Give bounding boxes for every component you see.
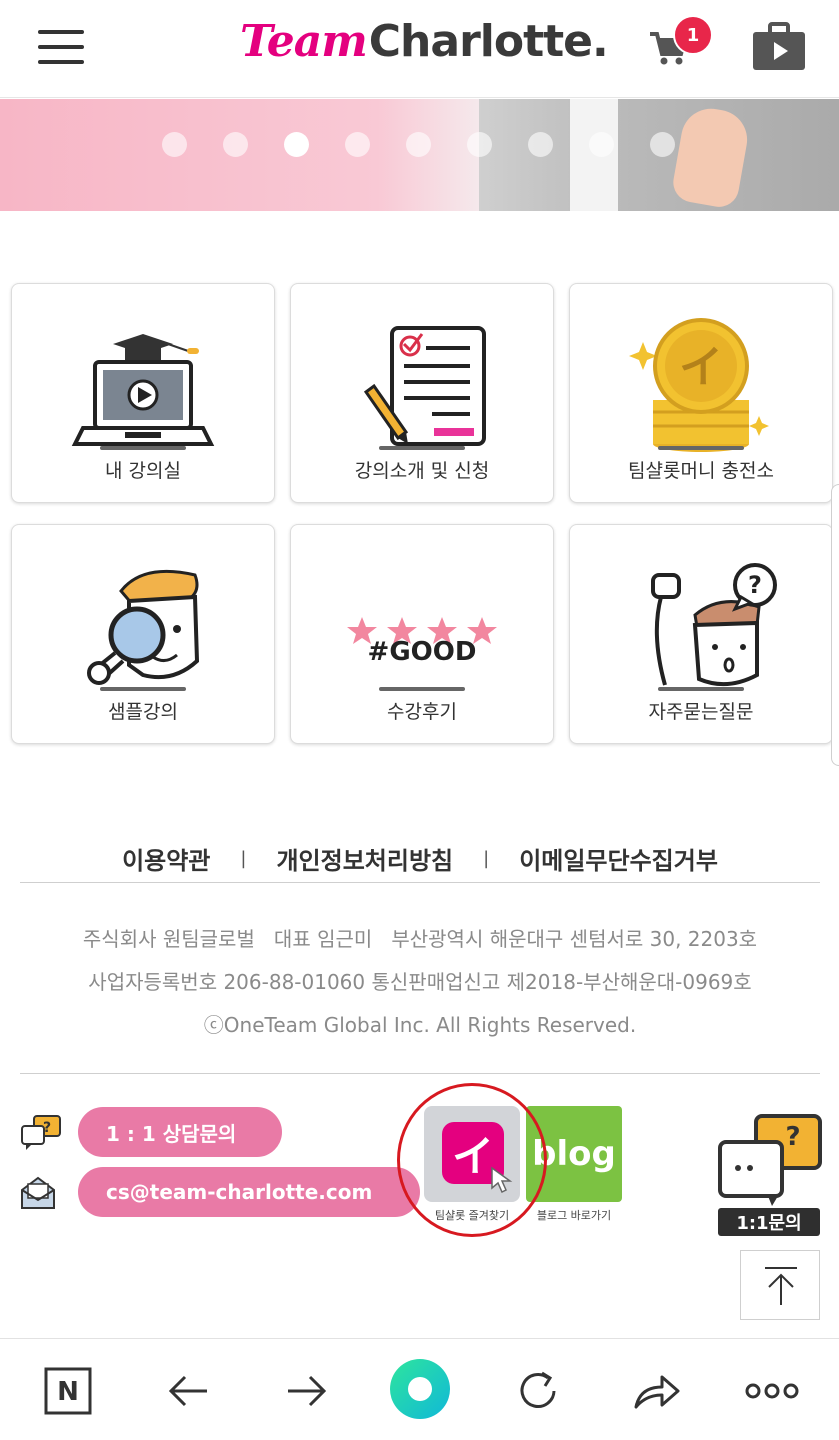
header: Team Charlotte . 1 xyxy=(0,0,839,98)
qa-question-mark: ? xyxy=(785,1122,801,1152)
briefcase-icon[interactable] xyxy=(752,22,806,72)
menu-label: 강의소개 및 신청 xyxy=(354,460,490,482)
logo-charlotte: Charlotte xyxy=(368,16,593,67)
naver-icon[interactable]: N xyxy=(44,1365,96,1417)
menu-money-charge[interactable]: イ 팀샬롯머니 충전소 xyxy=(569,283,833,503)
menu-label: 팀샬롯머니 충전소 xyxy=(628,460,774,482)
consult-button[interactable]: 1 : 1 상담문의 xyxy=(78,1107,282,1157)
company-line-1: 주식회사 원팀글로벌 대표 임근미 부산광역시 해운대구 센텀서로 30, 22… xyxy=(82,927,758,951)
magnifier-character-icon xyxy=(87,569,200,685)
more-icon[interactable] xyxy=(744,1365,800,1417)
chat-bubble-icon: ? xyxy=(21,1115,61,1150)
mail-icon xyxy=(21,1176,55,1209)
carousel-dot[interactable] xyxy=(528,132,553,157)
forward-arrow-icon[interactable] xyxy=(280,1365,332,1417)
share-icon[interactable] xyxy=(630,1365,682,1417)
qa-label[interactable]: 1:1문의 xyxy=(718,1208,820,1236)
terms-link[interactable]: 이용약관 xyxy=(122,841,210,876)
carousel-dot[interactable] xyxy=(650,132,675,157)
browser-bottom-bar: N xyxy=(0,1338,839,1440)
link-separator: | xyxy=(483,848,490,869)
scroll-to-top-button[interactable] xyxy=(740,1250,820,1320)
divider xyxy=(20,1073,820,1074)
company-line-2: 사업자등록번호 206-88-01060 통신판매업신고 제2018-부산해운대… xyxy=(88,970,752,994)
good-badge: #GOOD xyxy=(367,637,477,667)
menu-icon[interactable] xyxy=(38,30,86,64)
menu-underline xyxy=(100,687,186,691)
carousel-dot[interactable] xyxy=(467,132,492,157)
menu-label: 수강후기 xyxy=(387,701,457,723)
carousel-dot-active[interactable] xyxy=(284,132,309,157)
email-button[interactable]: cs@team-charlotte.com xyxy=(78,1167,420,1217)
carousel-dots xyxy=(162,132,675,157)
refresh-icon[interactable] xyxy=(512,1365,564,1417)
svg-text:イ: イ xyxy=(679,342,723,393)
carousel-dot[interactable] xyxy=(223,132,248,157)
menu-underline xyxy=(658,687,744,691)
page: Team Charlotte . 1 내 강의실 강의소개 및 신청 イ 팀샬롯… xyxy=(0,0,839,1440)
blog-label: 블로그 바로가기 xyxy=(536,1209,612,1222)
banner-carousel[interactable] xyxy=(0,99,839,211)
side-scroll-handle[interactable] xyxy=(831,484,839,766)
link-separator: | xyxy=(240,848,247,869)
menu-underline xyxy=(658,446,744,450)
highlight-circle xyxy=(397,1083,547,1237)
email-refusal-link[interactable]: 이메일무단수집거부 xyxy=(519,841,718,876)
privacy-policy-link[interactable]: 개인정보처리방침 xyxy=(276,841,453,876)
application-document-icon xyxy=(363,326,486,446)
menu-course-review[interactable]: #GOOD 수강후기 xyxy=(290,524,554,744)
svg-text:N: N xyxy=(57,1377,79,1407)
logo-dot: . xyxy=(592,16,609,67)
laptop-graduation-icon xyxy=(71,334,215,446)
carousel-dot[interactable] xyxy=(406,132,431,157)
menu-sample-lecture[interactable]: 샘플강의 xyxy=(11,524,275,744)
question-character-icon: ? xyxy=(651,563,777,687)
back-arrow-icon[interactable] xyxy=(163,1365,215,1417)
cart-count-badge: 1 xyxy=(673,15,713,55)
carousel-dot[interactable] xyxy=(589,132,614,157)
coin-stack-icon: イ xyxy=(629,318,769,452)
menu-label: 샘플강의 xyxy=(108,701,178,723)
menu-my-classroom[interactable]: 내 강의실 xyxy=(11,283,275,503)
menu-faq[interactable]: ? 자주묻는질문 xyxy=(569,524,833,744)
menu-underline xyxy=(100,446,186,450)
four-stars-icon xyxy=(347,617,497,644)
menu-course-apply[interactable]: 강의소개 및 신청 xyxy=(290,283,554,503)
menu-label: 내 강의실 xyxy=(105,460,181,482)
logo[interactable]: Team Charlotte . xyxy=(240,16,609,76)
home-circle-icon[interactable] xyxy=(388,1357,452,1421)
carousel-dot[interactable] xyxy=(345,132,370,157)
menu-underline xyxy=(379,687,465,691)
menu-underline xyxy=(379,446,465,450)
company-info: 주식회사 원팀글로벌 대표 임근미 부산광역시 해운대구 센텀서로 30, 22… xyxy=(20,918,820,1047)
copyright: ⓒOneTeam Global Inc. All Rights Reserved… xyxy=(203,1013,637,1037)
arrow-up-icon xyxy=(765,1267,797,1305)
carousel-dot[interactable] xyxy=(162,132,187,157)
svg-text:?: ? xyxy=(748,571,762,599)
logo-team: Team xyxy=(240,16,368,67)
footer-links: 이용약관 | 개인정보처리방침 | 이메일무단수집거부 xyxy=(20,835,820,883)
menu-label: 자주묻는질문 xyxy=(648,701,754,723)
